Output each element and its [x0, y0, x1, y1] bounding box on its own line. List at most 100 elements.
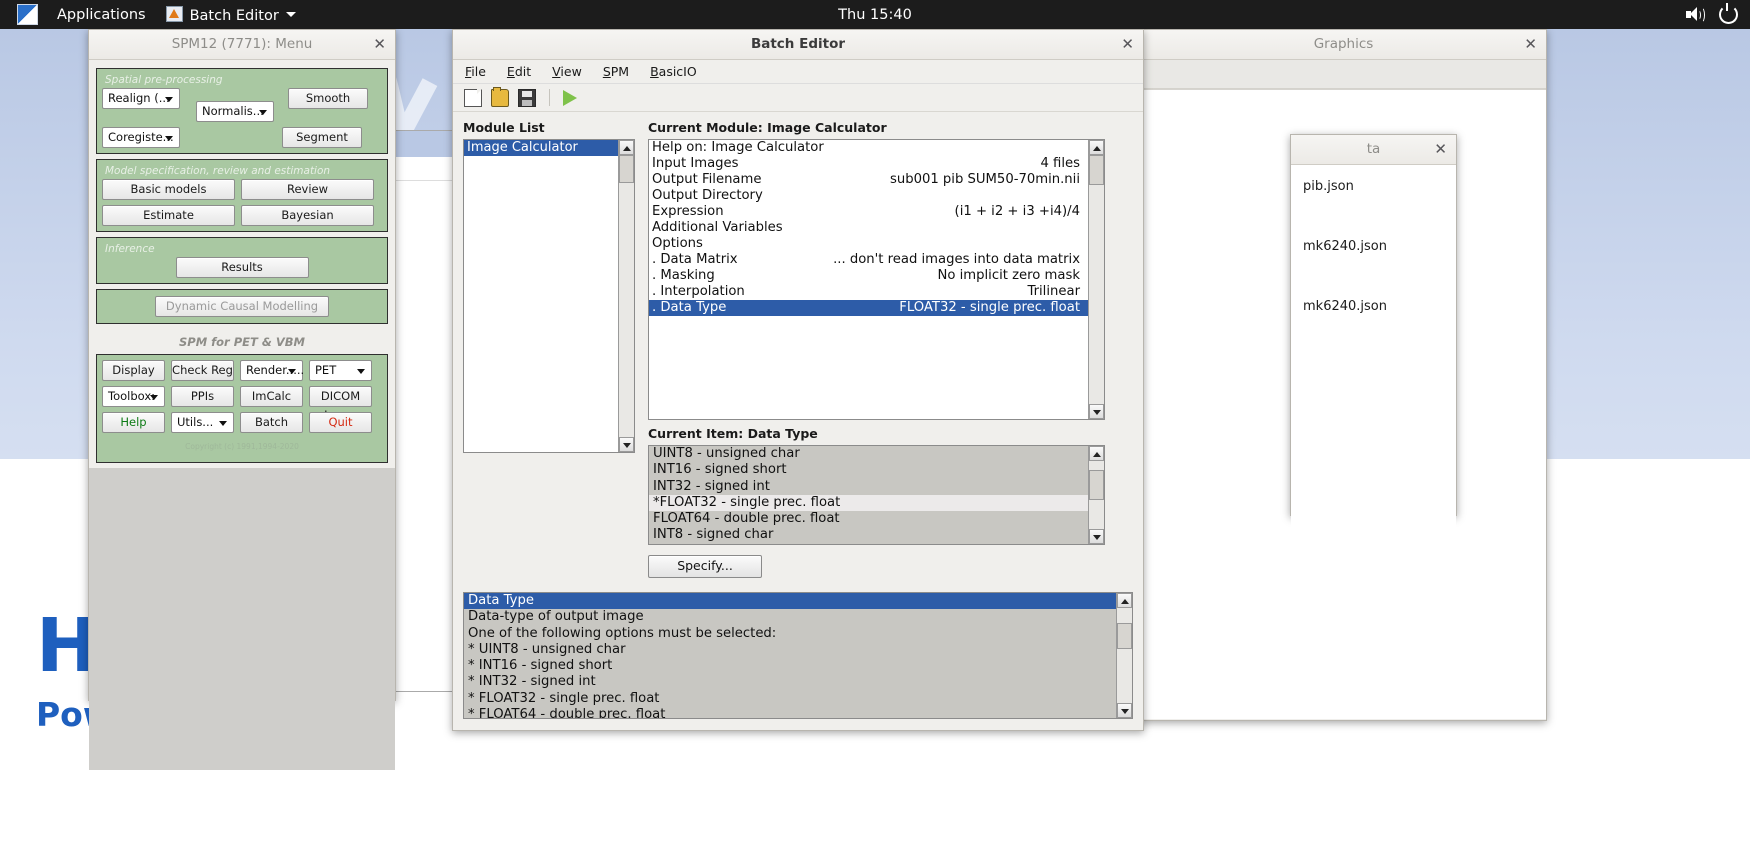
dicom-import-button[interactable]: DICOM Imp...	[309, 386, 372, 422]
help-line: * UINT8 - unsigned char	[468, 641, 626, 657]
basic-models-button[interactable]: Basic models	[102, 179, 235, 200]
toolbox-label: Toolbox:	[108, 389, 155, 403]
table-row[interactable]: Output Filename sub001 pib SUM50-70min.n…	[649, 172, 1088, 188]
list-item[interactable]: mk6240.json	[1303, 239, 1456, 254]
scroll-up-icon[interactable]	[1089, 446, 1104, 461]
power-icon[interactable]	[1719, 3, 1738, 24]
scroll-down-icon[interactable]	[1089, 404, 1104, 419]
menu-edit[interactable]: Edit	[507, 64, 531, 79]
imcalc-button[interactable]: ImCalc	[240, 386, 303, 407]
config-list-scrollbar[interactable]	[1088, 140, 1104, 419]
data-file-list[interactable]: pib.json mk6240.json mk6240.json	[1291, 165, 1456, 529]
table-row[interactable]: . Data Matrix ... don't read images into…	[649, 252, 1088, 268]
list-item[interactable]: UINT8 - unsigned char	[649, 446, 1088, 462]
batch-button[interactable]: Batch	[240, 412, 303, 433]
list-item[interactable]: INT16 - signed short	[649, 462, 1088, 478]
open-folder-icon[interactable]	[491, 86, 509, 107]
help-line: One of the following options must be sel…	[468, 625, 777, 641]
batch-main-panel: Module List Image Calculator Current Mod…	[453, 112, 1143, 719]
options-list-scrollbar[interactable]	[1088, 446, 1104, 544]
save-icon[interactable]	[518, 88, 536, 107]
render-dropdown[interactable]: Render.....	[240, 360, 304, 381]
volume-icon[interactable]	[1686, 7, 1705, 23]
help-line-selected[interactable]: Data Type	[464, 593, 1116, 610]
scroll-up-icon[interactable]	[1089, 140, 1104, 155]
table-row[interactable]: Output Directory	[649, 188, 1088, 204]
scrollbar-thumb[interactable]	[1089, 155, 1104, 185]
toolbox-dropdown[interactable]: Toolbox:	[102, 386, 165, 407]
table-row[interactable]: Input Images 4 files	[649, 156, 1088, 172]
list-item[interactable]: mk6240.json	[1303, 299, 1456, 314]
realign-dropdown[interactable]: Realign (...	[102, 88, 180, 109]
table-row[interactable]: . Masking No implicit zero mask	[649, 268, 1088, 284]
graphics-close-icon[interactable]: ✕	[1524, 30, 1537, 59]
ppis-button[interactable]: PPIs	[171, 386, 234, 407]
normalise-label: Normalis...	[202, 104, 264, 118]
table-row-selected[interactable]: . Data Type FLOAT32 - single prec. float	[649, 300, 1088, 316]
help-button[interactable]: Help	[102, 412, 165, 433]
run-icon[interactable]	[563, 89, 577, 106]
menu-file[interactable]: File	[465, 64, 486, 79]
graphics-titlebar[interactable]: Graphics ✕	[1141, 30, 1546, 60]
data-window[interactable]: ta ✕ pib.json mk6240.json mk6240.json	[1290, 134, 1457, 529]
table-row[interactable]: Expression (i1 + i2 + i3 +i4)/4	[649, 204, 1088, 220]
scrollbar-thumb[interactable]	[1117, 623, 1132, 649]
menu-view[interactable]: View	[552, 64, 582, 79]
scrollbar-thumb[interactable]	[619, 155, 634, 183]
active-app-menu[interactable]: Batch Editor	[156, 5, 306, 24]
scroll-up-icon[interactable]	[1117, 593, 1132, 608]
list-item[interactable]: FLOAT64 - double prec. float	[649, 511, 1088, 527]
chevron-down-icon	[288, 369, 296, 374]
table-row[interactable]: . Interpolation Trilinear	[649, 284, 1088, 300]
bayesian-button[interactable]: Bayesian	[241, 205, 374, 226]
scroll-up-icon[interactable]	[619, 140, 634, 155]
review-button[interactable]: Review	[241, 179, 374, 200]
new-file-icon[interactable]	[464, 88, 482, 107]
list-item[interactable]: pib.json	[1303, 179, 1456, 194]
display-button[interactable]: Display	[102, 360, 165, 381]
data-titlebar[interactable]: ta ✕	[1291, 135, 1456, 165]
data-title: ta	[1366, 141, 1381, 157]
module-list-scrollbar[interactable]	[618, 140, 634, 452]
table-row[interactable]: Additional Variables	[649, 220, 1088, 236]
list-item[interactable]: INT32 - signed int	[649, 479, 1088, 495]
normalise-dropdown[interactable]: Normalis...	[196, 101, 274, 122]
table-row[interactable]: Help on: Image Calculator	[649, 140, 1088, 156]
utils-dropdown[interactable]: Utils...	[171, 412, 234, 433]
segment-button[interactable]: Segment	[282, 127, 362, 148]
quit-button[interactable]: Quit	[309, 412, 372, 433]
help-panel-scrollbar[interactable]	[1116, 593, 1132, 718]
batch-close-icon[interactable]: ✕	[1121, 30, 1134, 59]
table-row[interactable]: Options	[649, 236, 1088, 252]
scroll-down-icon[interactable]	[1089, 529, 1104, 544]
system-logo-icon[interactable]	[17, 4, 38, 25]
batch-titlebar[interactable]: Batch Editor ✕	[453, 30, 1143, 60]
estimate-button[interactable]: Estimate	[102, 205, 235, 226]
results-button[interactable]: Results	[175, 257, 309, 278]
current-item-options-list[interactable]: UINT8 - unsigned char INT16 - signed sho…	[648, 445, 1105, 545]
current-module-config-list[interactable]: Help on: Image Calculator Input Images 4…	[648, 139, 1105, 420]
menu-spm[interactable]: SPM	[603, 64, 629, 79]
spm-close-icon[interactable]: ✕	[373, 30, 386, 59]
list-item-current[interactable]: *FLOAT32 - single prec. float	[649, 494, 1088, 512]
coregister-dropdown[interactable]: Coregiste...	[102, 127, 180, 148]
menu-basicio[interactable]: BasicIO	[650, 64, 697, 79]
applications-menu[interactable]: Applications	[47, 7, 156, 23]
help-description-panel[interactable]: Data Type Data-type of output image One …	[463, 592, 1133, 719]
check-reg-button[interactable]: Check Reg	[171, 360, 234, 381]
smooth-button[interactable]: Smooth	[288, 88, 368, 109]
spm-menu-window[interactable]: SPM12 (7771): Menu ✕ Spatial pre-process…	[88, 29, 396, 770]
list-item[interactable]: Image Calculator	[464, 140, 618, 156]
batch-editor-window[interactable]: Batch Editor ✕ File Edit View SPM BasicI…	[452, 29, 1144, 731]
scrollbar-thumb[interactable]	[1089, 470, 1104, 500]
dcm-button[interactable]: Dynamic Causal Modelling	[155, 296, 329, 317]
group-legend: Spatial pre-processing	[105, 74, 223, 86]
scroll-down-icon[interactable]	[1117, 703, 1132, 718]
modality-dropdown[interactable]: PET	[309, 360, 372, 381]
spm-titlebar[interactable]: SPM12 (7771): Menu ✕	[89, 30, 395, 60]
specify-button[interactable]: Specify...	[648, 555, 762, 578]
scroll-down-icon[interactable]	[619, 437, 634, 452]
data-close-icon[interactable]: ✕	[1434, 135, 1447, 164]
list-item[interactable]: INT8 - signed char	[649, 527, 1088, 543]
module-list[interactable]: Image Calculator	[463, 139, 635, 453]
